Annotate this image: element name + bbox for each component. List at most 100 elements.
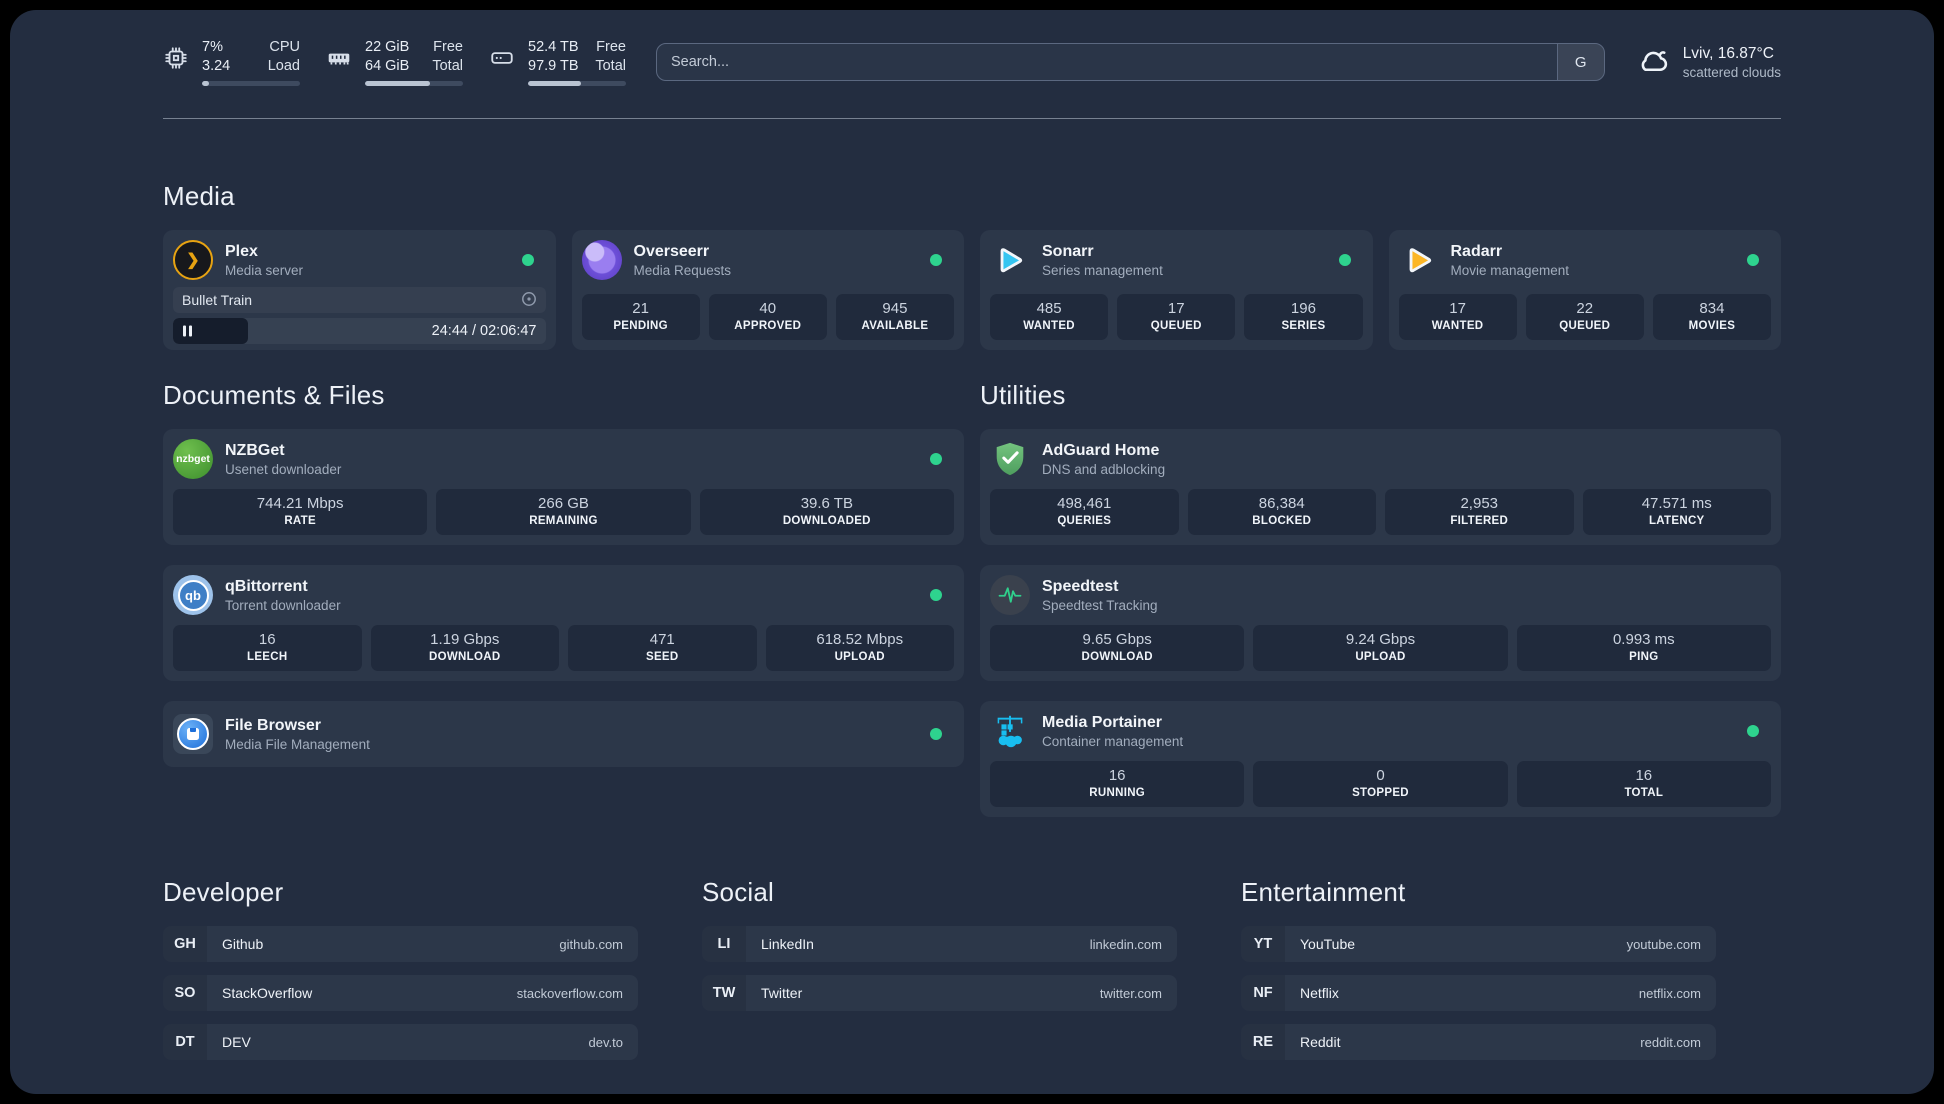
stat-box: 17 QUEUED	[1117, 294, 1236, 340]
search-provider-label: G	[1574, 53, 1587, 71]
stat-value: 498,461	[1057, 495, 1112, 512]
search-bar: G	[656, 43, 1605, 81]
stat-value: 86,384	[1258, 495, 1305, 512]
service-name[interactable]: NZBGet	[225, 440, 918, 461]
stat-label: WANTED	[1023, 320, 1075, 332]
service-name[interactable]: Radarr	[1451, 241, 1736, 262]
stat-box: 0 STOPPED	[1253, 761, 1508, 807]
stat-label: LEECH	[247, 651, 288, 663]
section-title-media: Media	[163, 181, 235, 211]
service-description: Container management	[1042, 733, 1184, 749]
bookmark-netflix[interactable]: NF Netflix netflix.com	[1241, 975, 1716, 1011]
memory-free-label: Free	[433, 39, 463, 55]
service-card-portainer[interactable]: Media Portainer Container management 16 R…	[980, 701, 1781, 817]
memory-widget: 22 GiB Free 64 GiB Total	[326, 38, 463, 86]
bookmark-name: Twitter	[761, 985, 803, 1001]
search-provider-button[interactable]: G	[1556, 44, 1604, 80]
service-card-radarr[interactable]: Radarr Movie management 17 WANTED 22 QUEUE…	[1388, 230, 1781, 350]
stat-label: UPLOAD	[834, 651, 885, 663]
bookmark-url: linkedin.com	[1089, 936, 1162, 952]
stat-box: 471 SEED	[568, 625, 757, 671]
service-card-plex[interactable]: Plex Media server Bullet Train	[163, 230, 556, 350]
service-name[interactable]: qBittorrent	[225, 576, 918, 597]
service-name[interactable]: Sonarr	[1042, 241, 1327, 262]
cpu-load-label: Load	[267, 58, 300, 74]
bookmark-youtube[interactable]: YT YouTube youtube.com	[1241, 926, 1716, 962]
sonarr-icon	[990, 240, 1030, 280]
stat-box: 618.52 Mbps UPLOAD	[765, 625, 954, 671]
bookmark-abbr: GH	[163, 926, 207, 962]
top-bar: 7% CPU 3.24 Load 22 GiB Free 64 GiB Total	[163, 36, 1781, 88]
bookmark-twitter[interactable]: TW Twitter twitter.com	[702, 975, 1177, 1011]
disk-free-label: Free	[596, 39, 626, 55]
weather-condition: scattered clouds	[1682, 64, 1781, 80]
status-dot	[930, 728, 942, 740]
cpu-label: CPU	[269, 39, 300, 55]
bookmark-stackoverflow[interactable]: SO StackOverflow stackoverflow.com	[163, 975, 638, 1011]
stat-box: 9.24 Gbps UPLOAD	[1253, 625, 1508, 671]
pause-icon	[183, 325, 192, 337]
stat-box: 40 APPROVED	[708, 294, 827, 340]
status-dot	[521, 254, 534, 266]
memory-free-value: 22 GiB	[365, 39, 410, 55]
memory-total-label: Total	[432, 58, 463, 74]
service-description: Series management	[1042, 262, 1163, 278]
service-description: Movie management	[1450, 262, 1570, 278]
stat-value: 1.19 Gbps	[430, 631, 500, 648]
stat-value: 471	[649, 631, 675, 648]
bookmark-name: LinkedIn	[761, 936, 814, 952]
bookmark-url: stackoverflow.com	[516, 985, 623, 1001]
bookmark-github[interactable]: GH Github github.com	[163, 926, 638, 962]
stat-box: 21 PENDING	[581, 294, 700, 340]
stat-value: 39.6 TB	[800, 495, 853, 512]
service-name[interactable]: AdGuard Home	[1042, 440, 1771, 461]
stat-box: 16 LEECH	[173, 625, 362, 671]
bookmark-reddit[interactable]: RE Reddit reddit.com	[1241, 1024, 1716, 1060]
bookmark-name: YouTube	[1300, 936, 1356, 952]
stat-label: BLOCKED	[1252, 515, 1312, 527]
weather-widget: Lviv, 16.87°C scattered clouds	[1635, 42, 1781, 83]
service-card-sonarr[interactable]: Sonarr Series management 485 WANTED 17 QUE…	[980, 230, 1373, 350]
cpu-progress-bar	[202, 81, 300, 86]
service-card-nzbget[interactable]: nzbget NZBGet Usenet downloader 744.21 M…	[163, 429, 964, 545]
cpu-load-value: 3.24	[202, 58, 231, 74]
bookmark-dev[interactable]: DT DEV dev.to	[163, 1024, 638, 1060]
stat-label: AVAILABLE	[861, 320, 929, 332]
bookmark-abbr: DT	[163, 1024, 207, 1060]
bookmark-group-social: Social LI LinkedIn linkedin.com TW Twitte…	[702, 877, 1177, 1060]
service-name[interactable]: File Browser	[225, 715, 918, 736]
stat-box: 2,953 FILTERED	[1385, 489, 1574, 535]
search-input[interactable]	[656, 43, 1605, 81]
bookmark-group-title: Developer	[163, 877, 284, 907]
radarr-icon	[1399, 240, 1439, 280]
status-dot	[1747, 254, 1759, 266]
stat-value: 17	[1449, 300, 1466, 317]
stat-value: 16	[1108, 767, 1126, 784]
stat-label: STOPPED	[1352, 787, 1409, 799]
service-card-speedtest[interactable]: Speedtest Speedtest Tracking 9.65 Gbps DO…	[980, 565, 1781, 681]
service-name[interactable]: Plex	[225, 241, 510, 262]
cpu-percent: 7%	[202, 39, 223, 55]
stat-value: 9.24 Gbps	[1345, 631, 1416, 648]
service-description: DNS and adblocking	[1042, 461, 1166, 477]
stat-box: 47.571 ms LATENCY	[1582, 489, 1771, 535]
service-card-adguard[interactable]: AdGuard Home DNS and adblocking 498,461 Q…	[980, 429, 1781, 545]
cpu-widget: 7% CPU 3.24 Load	[163, 38, 300, 86]
bookmark-abbr: SO	[163, 975, 207, 1011]
bookmark-linkedin[interactable]: LI LinkedIn linkedin.com	[702, 926, 1177, 962]
service-name[interactable]: Media Portainer	[1042, 712, 1735, 733]
disk-total-label: Total	[595, 58, 626, 74]
service-card-filebrowser[interactable]: File Browser Media File Management	[163, 701, 964, 767]
stat-label: SERIES	[1281, 320, 1326, 332]
service-description: Usenet downloader	[225, 461, 342, 477]
cloud-icon	[1635, 42, 1671, 83]
stat-value: 2,953	[1460, 495, 1499, 512]
bookmark-abbr: RE	[1241, 1024, 1285, 1060]
speedtest-pulse-icon	[990, 575, 1030, 615]
service-name[interactable]: Overseerr	[634, 241, 919, 262]
service-name[interactable]: Speedtest	[1042, 576, 1771, 597]
service-card-qbittorrent[interactable]: qb qBittorrent Torrent downloader 16 LEEC…	[163, 565, 964, 681]
service-description: Media Requests	[633, 262, 732, 278]
stat-label: SEED	[645, 651, 679, 663]
service-card-overseerr[interactable]: Overseerr Media Requests 21 PENDING 40 APP…	[571, 230, 964, 350]
